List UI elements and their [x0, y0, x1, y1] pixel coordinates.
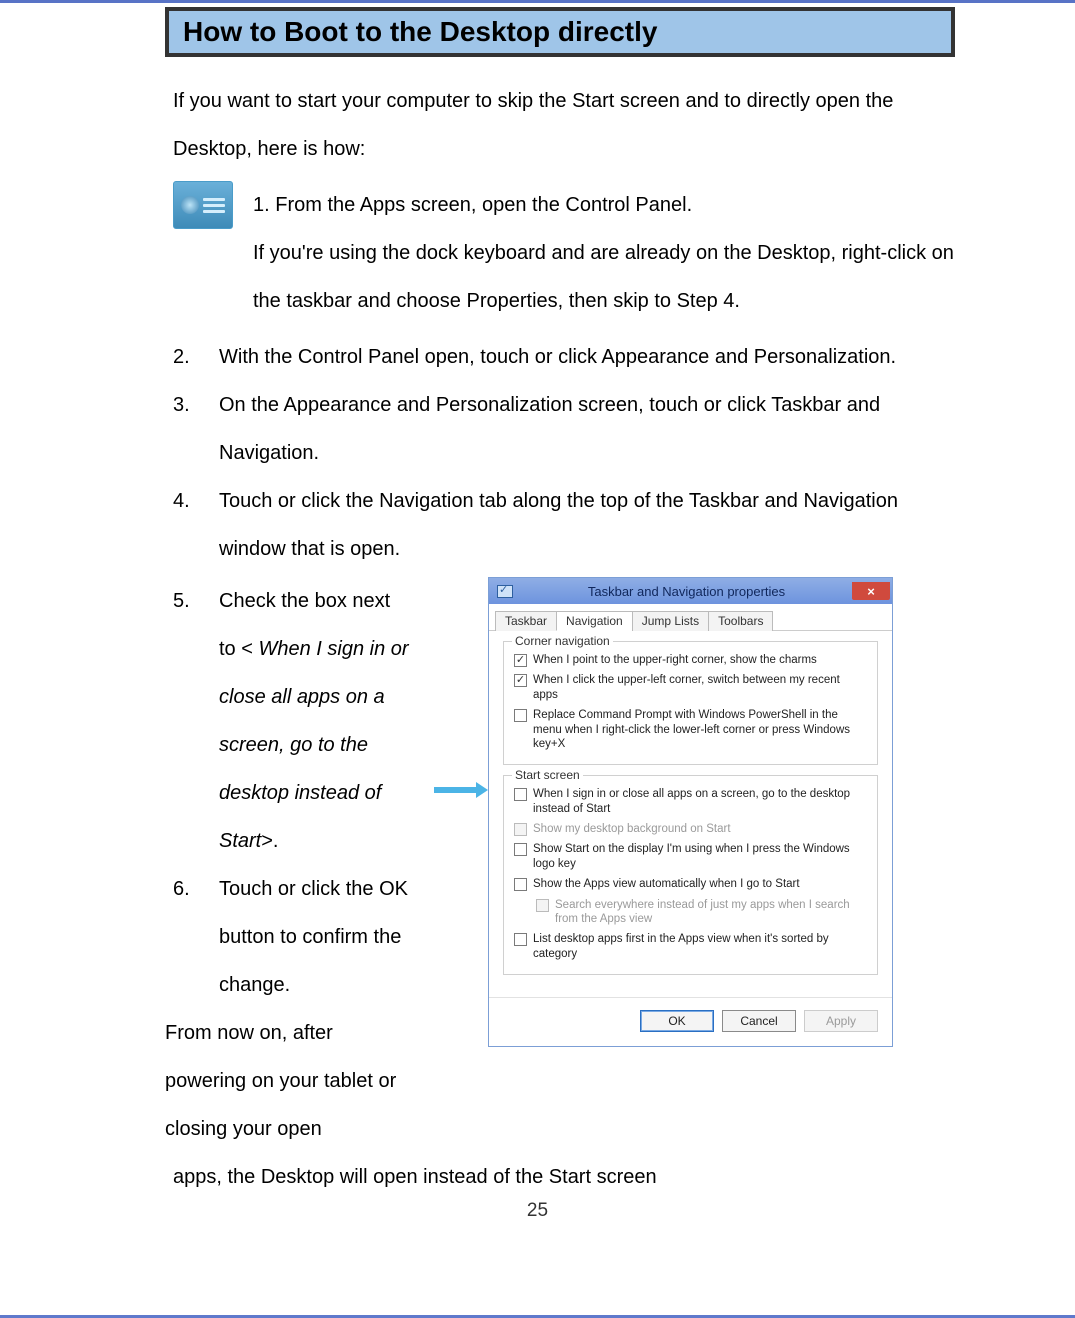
tab-jump-lists[interactable]: Jump Lists: [632, 611, 709, 631]
option-label: When I click the upper-left corner, swit…: [533, 673, 867, 702]
tab-navigation[interactable]: Navigation: [556, 611, 633, 631]
start-screen-option[interactable]: List desktop apps first in the Apps view…: [514, 929, 867, 964]
dialog-button-row: OK Cancel Apply: [489, 997, 892, 1046]
corner-nav-option[interactable]: Replace Command Prompt with Windows Powe…: [514, 705, 867, 754]
step-body: On the Appearance and Personalization sc…: [219, 381, 955, 477]
option-label: Search everywhere instead of just my app…: [555, 898, 867, 927]
start-screen-option[interactable]: Show Start on the display I'm using when…: [514, 839, 867, 874]
step-5-suffix: >.: [261, 830, 278, 852]
control-panel-icon: [173, 181, 233, 229]
checkbox-icon: [514, 823, 527, 836]
option-label: Replace Command Prompt with Windows Powe…: [533, 708, 867, 751]
tab-taskbar[interactable]: Taskbar: [495, 611, 557, 631]
taskbar-navigation-dialog: Taskbar and Navigation properties × Task…: [488, 577, 893, 1047]
step-3: 3.On the Appearance and Personalization …: [173, 381, 955, 477]
start-screen-group: Start screen When I sign in or close all…: [503, 775, 878, 975]
step-5-italic: When I sign in or close all apps on a sc…: [219, 638, 409, 852]
checkbox-icon: [536, 899, 549, 912]
step-5-body: Check the box next to < When I sign in o…: [219, 577, 410, 865]
section-title-box: How to Boot to the Desktop directly: [165, 7, 955, 57]
option-label: Show Start on the display I'm using when…: [533, 842, 867, 871]
step-body: With the Control Panel open, touch or cl…: [219, 333, 955, 381]
apply-button[interactable]: Apply: [804, 1010, 878, 1032]
cancel-button[interactable]: Cancel: [722, 1010, 796, 1032]
step-number: 4.: [173, 477, 219, 573]
intro-paragraph: If you want to start your computer to sk…: [173, 77, 955, 173]
step-1-line-1: 1. From the Apps screen, open the Contro…: [253, 181, 955, 229]
step-5: 5. Check the box next to < When I sign i…: [173, 577, 410, 865]
step-number: 2.: [173, 333, 219, 381]
corner-navigation-label: Corner navigation: [512, 634, 613, 648]
start-screen-label: Start screen: [512, 768, 583, 782]
checkbox-icon[interactable]: ✓: [514, 674, 527, 687]
checkbox-icon[interactable]: [514, 878, 527, 891]
corner-navigation-group: Corner navigation ✓When I point to the u…: [503, 641, 878, 765]
step-6-number: 6.: [173, 865, 219, 1009]
option-label: When I point to the upper-right corner, …: [533, 653, 817, 667]
step-5-number: 5.: [173, 577, 219, 865]
dialog-title-bar: Taskbar and Navigation properties ×: [489, 578, 892, 604]
dialog-title: Taskbar and Navigation properties: [521, 584, 852, 599]
step-1-text: 1. From the Apps screen, open the Contro…: [253, 181, 955, 325]
start-screen-option[interactable]: Show the Apps view automatically when I …: [514, 874, 867, 894]
checkbox-icon[interactable]: [514, 788, 527, 801]
tab-toolbars[interactable]: Toolbars: [708, 611, 773, 631]
callout-arrow-icon: [434, 782, 488, 798]
step-4: 4.Touch or click the Navigation tab alon…: [173, 477, 955, 573]
checkbox-icon[interactable]: ✓: [514, 654, 527, 667]
step-6-body: Touch or click the OK button to confirm …: [219, 865, 410, 1009]
close-icon[interactable]: ×: [852, 582, 890, 600]
section-title: How to Boot to the Desktop directly: [183, 16, 937, 48]
dialog-icon: [497, 585, 513, 598]
option-label: Show the Apps view automatically when I …: [533, 877, 800, 891]
option-label: List desktop apps first in the Apps view…: [533, 932, 867, 961]
corner-nav-option[interactable]: ✓ When I click the upper-left corner, swi…: [514, 670, 867, 705]
option-label: When I sign in or close all apps on a sc…: [533, 787, 867, 816]
step-6: 6. Touch or click the OK button to confi…: [173, 865, 410, 1009]
step-number: 3.: [173, 381, 219, 477]
dialog-tabs: TaskbarNavigationJump ListsToolbars: [489, 604, 892, 631]
checkbox-icon[interactable]: [514, 843, 527, 856]
conclusion-left: From now on, after powering on your tabl…: [165, 1009, 410, 1153]
step-2: 2.With the Control Panel open, touch or …: [173, 333, 955, 381]
step-body: Touch or click the Navigation tab along …: [219, 477, 955, 573]
step-1-line-2: If you're using the dock keyboard and ar…: [253, 229, 955, 325]
checkbox-icon[interactable]: [514, 933, 527, 946]
ok-button[interactable]: OK: [640, 1010, 714, 1032]
checkbox-icon[interactable]: [514, 709, 527, 722]
start-screen-option: Search everywhere instead of just my app…: [536, 895, 867, 930]
page-number: 25: [0, 1200, 1075, 1222]
option-label: Show my desktop background on Start: [533, 822, 731, 836]
start-screen-option: Show my desktop background on Start: [514, 819, 867, 839]
start-screen-option[interactable]: When I sign in or close all apps on a sc…: [514, 784, 867, 819]
corner-nav-option[interactable]: ✓ When I point to the upper-right corner,…: [514, 650, 867, 670]
conclusion-bottom: apps, the Desktop will open instead of t…: [173, 1153, 955, 1201]
